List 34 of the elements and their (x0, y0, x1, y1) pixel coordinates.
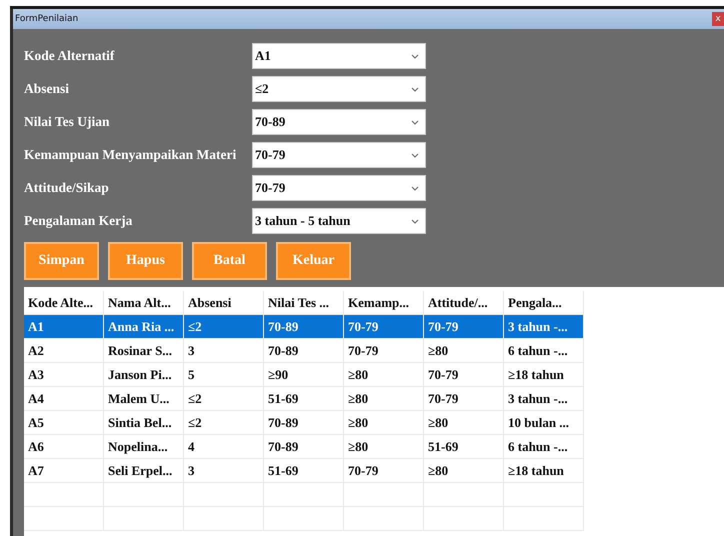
table-cell: ≥80 (424, 459, 504, 483)
chevron-down-icon (411, 54, 419, 58)
table-row[interactable]: A7 Seli Erpel... 3 51-69 70-79 ≥80 ≥18 tahun (24, 459, 584, 483)
table-cell: ≥18 tahun (504, 459, 584, 483)
field-label: Kemampuan Menyampaikan Materi (24, 147, 238, 163)
field-label: Pengalaman Kerja (24, 213, 134, 229)
table-cell: 51-69 (264, 459, 344, 483)
table-row[interactable]: A1 Anna Ria ... ≤2 70-89 70-79 70-79 3 tahun -... (24, 315, 584, 339)
table-cell: 3 (184, 459, 264, 483)
dropdown-field[interactable]: 70-79 (252, 142, 426, 168)
table-cell: A7 (24, 459, 104, 483)
table-cell: Seli Erpel... (104, 459, 184, 483)
table-cell: 70-79 (344, 459, 424, 483)
chevron-down-icon (411, 86, 419, 92)
dropdown-field[interactable]: A1 (252, 43, 426, 69)
dropdown-field[interactable]: ≤2 (252, 76, 426, 102)
table-row[interactable]: A6 Nopelina... 4 70-89 ≥80 51-69 6 tahun -... (24, 435, 584, 459)
dropdown-field[interactable]: 3 tahun - 5 tahun (252, 208, 426, 234)
close-button[interactable]: x (712, 12, 724, 26)
chevron-down-icon (411, 152, 419, 158)
table-row[interactable]: A4 Malem U... ≤2 51-69 ≥80 70-79 3 tahun -... (24, 387, 584, 411)
field-label: Nilai Tes Ujian (24, 114, 111, 130)
table-row[interactable]: A5 Sintia Bel... ≤2 70-89 ≥80 ≥80 10 bulan ... (24, 411, 584, 435)
dropdown-field[interactable]: 70-79 (252, 175, 426, 201)
dropdown-field[interactable]: 70-89 (252, 109, 426, 135)
field-label: Attitude/Sikap (24, 180, 110, 196)
table-row[interactable]: A3 Janson Pi... 5 ≥90 ≥80 70-79 ≥18 tahun (24, 363, 584, 387)
table-row[interactable]: A2 Rosinar S... 3 70-89 70-79 ≥80 6 tahun -... (24, 339, 584, 363)
chevron-down-icon (411, 218, 419, 224)
window-title: FormPenilaian (15, 14, 78, 24)
chevron-down-icon (411, 120, 419, 124)
chevron-down-icon (411, 186, 419, 190)
field-label: Absensi (24, 81, 70, 97)
field-label: Kode Alternatif (24, 48, 116, 64)
